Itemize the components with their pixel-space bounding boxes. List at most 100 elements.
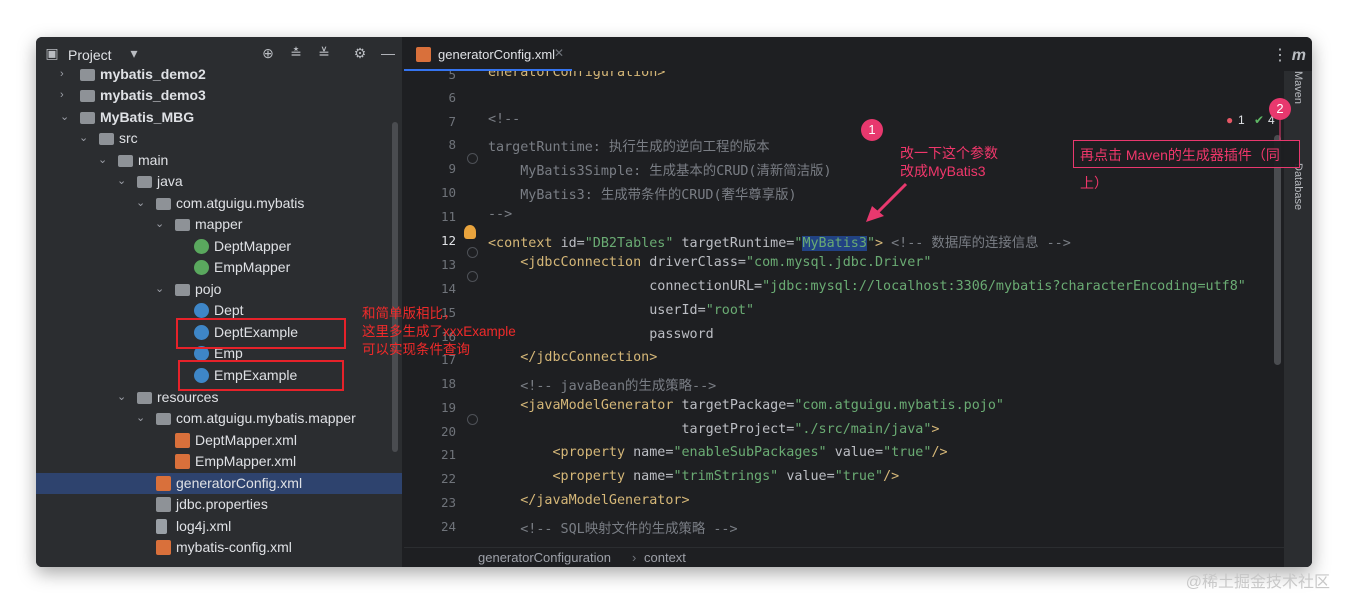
tab-label: generatorConfig.xml bbox=[438, 47, 556, 62]
line-number: 23 bbox=[440, 495, 456, 510]
more-icon[interactable]: ⋮ bbox=[1272, 45, 1288, 65]
folder-icon bbox=[99, 133, 114, 145]
fold-marker[interactable] bbox=[467, 153, 478, 164]
tree-item-label: mybatis_demo3 bbox=[100, 87, 206, 103]
annotation-line: 和简单版相比， bbox=[362, 306, 457, 321]
line-number: 10 bbox=[440, 185, 456, 200]
tree-item-empmapper[interactable]: EmpMapper bbox=[36, 257, 402, 278]
code-line-9: MyBatis3Simple: 生成基本的CRUD(清新简洁版) bbox=[488, 164, 832, 179]
fold-marker[interactable] bbox=[467, 414, 478, 425]
code-line-20: targetProject="./src/main/java"> bbox=[681, 422, 940, 437]
tree-item-jdbc-properties[interactable]: jdbc.properties bbox=[36, 494, 402, 515]
maven-tool-button[interactable]: Maven bbox=[1292, 71, 1304, 104]
chevron-down-icon[interactable]: ⌄ bbox=[79, 128, 89, 149]
close-icon[interactable]: ✕ bbox=[554, 46, 564, 60]
folder-icon bbox=[175, 284, 190, 296]
error-icon[interactable]: ● bbox=[1226, 113, 1233, 127]
interface-icon bbox=[194, 260, 209, 275]
collapse-all-icon[interactable]: ≚ bbox=[316, 45, 332, 61]
code-line-22: <property name="trimStrings" value="true… bbox=[552, 469, 900, 484]
tree-item-mybatis-demo3[interactable]: › mybatis_demo3 bbox=[36, 85, 402, 106]
chevron-right-icon[interactable]: › bbox=[60, 64, 70, 85]
tree-item-label: DeptMapper.xml bbox=[195, 432, 297, 448]
ide-window: ▣ Project ▾ ⊕ ≛ ≚ ⚙ — › mybatis_demo2 › myb… bbox=[36, 37, 1312, 567]
annotation-maven-plugin: 再点击 Maven的生成器插件（同上） bbox=[1073, 140, 1300, 191]
folder-icon bbox=[175, 219, 190, 231]
minimize-icon[interactable]: — bbox=[380, 45, 396, 61]
chevron-right-icon[interactable]: › bbox=[60, 85, 70, 106]
fold-marker[interactable] bbox=[467, 247, 478, 258]
code-line-24: <!-- SQL映射文件的生成策略 --> bbox=[520, 522, 738, 537]
bulb-icon[interactable] bbox=[464, 225, 476, 239]
breadcrumb-item[interactable]: context bbox=[644, 548, 686, 567]
chevron-down-icon[interactable]: ⌄ bbox=[155, 214, 165, 235]
tree-item-pojo[interactable]: ⌄ pojo bbox=[36, 279, 402, 300]
line-number: 22 bbox=[440, 471, 456, 486]
tab-generatorconfig[interactable]: generatorConfig.xml ✕ bbox=[404, 37, 572, 71]
line-number: 19 bbox=[440, 400, 456, 415]
connector-line bbox=[1279, 118, 1281, 140]
chevron-down-icon[interactable]: ⌄ bbox=[136, 408, 146, 429]
tree-scrollbar[interactable] bbox=[392, 122, 398, 452]
project-title[interactable]: Project bbox=[68, 47, 112, 63]
arrow-annotation bbox=[866, 182, 908, 222]
breadcrumb-item[interactable]: generatorConfiguration bbox=[478, 548, 611, 567]
project-panel-icon: ▣ bbox=[45, 45, 59, 61]
tree-item-mybatis-mbg[interactable]: ⌄ MyBatis_MBG bbox=[36, 107, 402, 128]
tree-item-label: jdbc.properties bbox=[176, 496, 268, 512]
editor-scrollbar[interactable] bbox=[1274, 135, 1281, 365]
xml-file-icon bbox=[175, 433, 190, 448]
tree-item-deptmapper-xml[interactable]: DeptMapper.xml bbox=[36, 430, 402, 451]
code-line-19: <javaModelGenerator targetPackage="com.a… bbox=[520, 398, 1004, 413]
tree-item-generatorconfig-xml[interactable]: generatorConfig.xml bbox=[36, 473, 402, 494]
chevron-down-icon[interactable]: ⌄ bbox=[117, 171, 127, 192]
check-icon[interactable]: ✔ bbox=[1254, 113, 1264, 127]
chevron-down-icon[interactable]: ⌄ bbox=[117, 387, 127, 408]
class-icon bbox=[194, 303, 209, 318]
chevron-down-icon[interactable]: ⌄ bbox=[155, 279, 165, 300]
tree-item-label: com.atguigu.mybatis.mapper bbox=[176, 410, 356, 426]
line-number: 9 bbox=[448, 161, 456, 176]
expand-all-icon[interactable]: ≛ bbox=[288, 45, 304, 61]
chevron-down-icon[interactable]: ⌄ bbox=[98, 150, 108, 171]
line-number: 18 bbox=[440, 376, 456, 391]
code-line-10: MyBatis3: 生成带条件的CRUD(奢华尊享版) bbox=[488, 188, 797, 203]
folder-icon bbox=[137, 176, 152, 188]
tree-item-label: pojo bbox=[195, 281, 222, 297]
code-line-11: --> bbox=[488, 207, 513, 222]
fold-marker[interactable] bbox=[467, 271, 478, 282]
tree-item-label: main bbox=[138, 152, 169, 168]
tree-item-java[interactable]: ⌄ java bbox=[36, 171, 402, 192]
tree-item-mybatis-config-xml[interactable]: mybatis-config.xml bbox=[36, 537, 402, 558]
project-pane: ▣ Project ▾ ⊕ ≛ ≚ ⚙ — › mybatis_demo2 › myb… bbox=[36, 37, 402, 567]
annotation-line: 改一下这个参数 bbox=[900, 145, 998, 161]
chevron-down-icon[interactable]: ⌄ bbox=[136, 193, 146, 214]
locate-icon[interactable]: ⊕ bbox=[260, 45, 276, 61]
tree-item-label: generatorConfig.xml bbox=[176, 475, 303, 491]
tree-item-main[interactable]: ⌄ main bbox=[36, 150, 402, 171]
chevron-down-icon[interactable]: ▾ bbox=[126, 45, 142, 61]
tree-item-src[interactable]: ⌄ src bbox=[36, 128, 402, 149]
folder-icon bbox=[156, 198, 171, 210]
tree-item-label: mybatis_demo2 bbox=[100, 66, 206, 82]
line-number: 24 bbox=[440, 519, 456, 534]
tree-item-log4j-xml[interactable]: log4j.xml bbox=[36, 516, 402, 537]
tree-item-com-atguigu-mybatis[interactable]: ⌄ com.atguigu.mybatis bbox=[36, 193, 402, 214]
tree-item-label: MyBatis_MBG bbox=[100, 109, 195, 125]
tree-item-com-atguigu-mybatis-mapper[interactable]: ⌄ com.atguigu.mybatis.mapper bbox=[36, 408, 402, 429]
tree-item-label: com.atguigu.mybatis bbox=[176, 195, 305, 211]
tree-item-deptmapper[interactable]: DeptMapper bbox=[36, 236, 402, 257]
tree-item-mybatis-demo2[interactable]: › mybatis_demo2 bbox=[36, 64, 402, 85]
gear-icon[interactable]: ⚙ bbox=[352, 45, 368, 61]
editor-tab-bar: generatorConfig.xml ✕ ⋮ bbox=[404, 37, 1312, 71]
tree-item-mapper[interactable]: ⌄ mapper bbox=[36, 214, 402, 235]
code-line-21: <property name="enableSubPackages" value… bbox=[552, 445, 948, 460]
tree-item-empmapper-xml[interactable]: EmpMapper.xml bbox=[36, 451, 402, 472]
maven-icon[interactable]: m bbox=[1292, 47, 1306, 65]
line-number: 11 bbox=[440, 209, 456, 224]
properties-file-icon bbox=[156, 497, 171, 512]
chevron-down-icon[interactable]: ⌄ bbox=[60, 107, 70, 128]
database-tool-button[interactable]: Database bbox=[1292, 163, 1304, 210]
folder-icon bbox=[80, 90, 95, 102]
tree-item-label: mybatis-config.xml bbox=[176, 539, 292, 555]
